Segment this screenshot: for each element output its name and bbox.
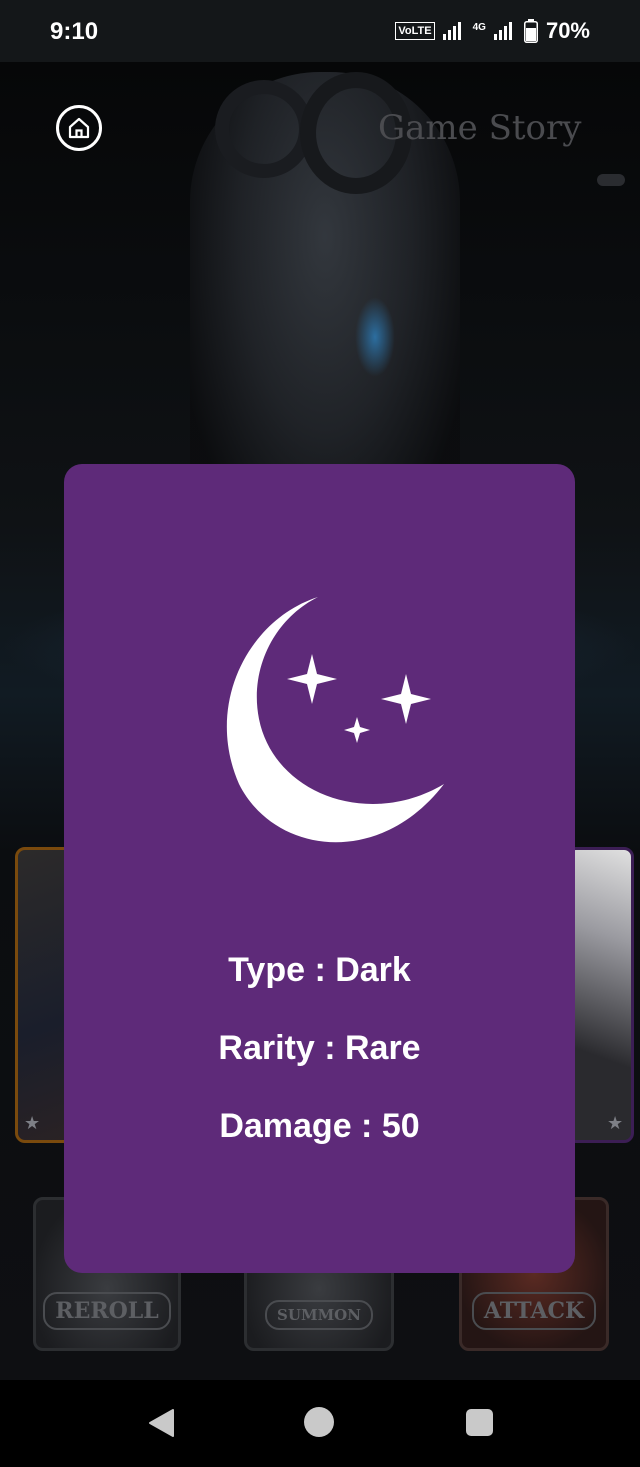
star-icon: ★ — [24, 1113, 41, 1133]
volte-badge: VoLTE — [395, 22, 435, 40]
card-detail-modal[interactable]: Type : Dark Rarity : Rare Damage : 50 — [64, 464, 575, 1273]
background-horn-left — [215, 80, 313, 178]
back-icon[interactable] — [147, 1408, 175, 1438]
battery-percent: 70% — [545, 18, 590, 43]
side-card-right[interactable]: ★ — [566, 847, 634, 1143]
home-icon — [68, 117, 90, 139]
summon-label: SUMMON — [265, 1300, 373, 1330]
reroll-label: REROLL — [43, 1292, 171, 1330]
status-bar: 9:10 VoLTE 4G 70% — [0, 0, 640, 62]
card-rarity-text: Rarity : Rare — [218, 1029, 421, 1067]
system-nav-bar — [0, 1380, 640, 1467]
game-title: Game Story — [378, 108, 582, 148]
network-type-label: 4G — [472, 21, 486, 33]
signal-4g-icon — [493, 22, 512, 40]
crescent-moon-stars-icon — [226, 597, 444, 843]
card-damage-text: Damage : 50 — [219, 1107, 420, 1145]
home-button[interactable] — [56, 105, 102, 151]
battery-icon — [523, 19, 538, 43]
star-icon: ★ — [607, 1113, 624, 1133]
status-time: 9:10 — [50, 18, 99, 45]
attack-label: ATTACK — [471, 1292, 597, 1330]
card-type-text: Type : Dark — [228, 951, 411, 989]
recents-icon[interactable] — [466, 1409, 493, 1436]
status-icons: VoLTE 4G 70% — [395, 18, 590, 44]
background-glow — [355, 297, 395, 377]
home-circle-icon[interactable] — [304, 1407, 334, 1437]
title-indicator — [597, 174, 625, 186]
signal-icon — [442, 22, 461, 40]
